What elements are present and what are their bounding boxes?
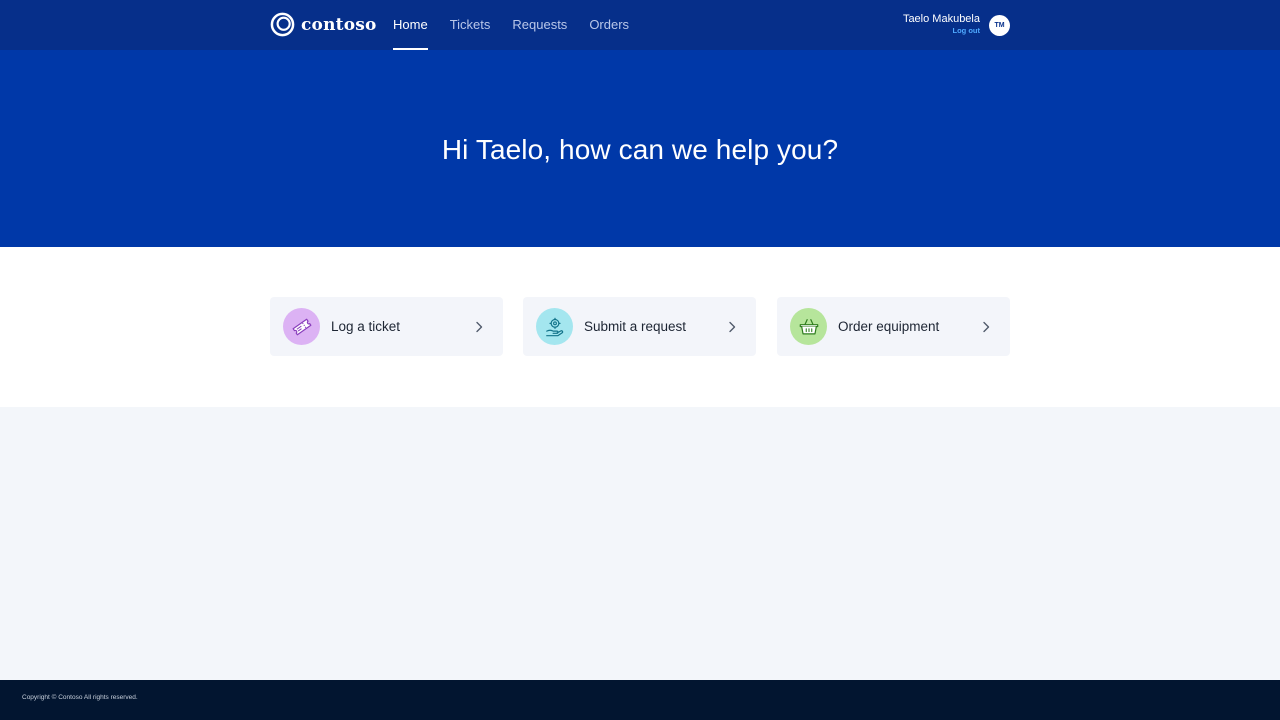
page-footer: Copyright © Contoso All rights reserved. <box>0 680 1280 720</box>
chevron-right-icon <box>476 321 483 332</box>
nav-requests-link[interactable]: Requests <box>512 0 567 50</box>
contoso-logo-icon <box>270 12 295 37</box>
quick-actions: Log a ticket Submit a request Order equi… <box>0 247 1280 407</box>
log-ticket-card[interactable]: Log a ticket <box>270 297 503 356</box>
user-name: Taelo Makubela <box>902 13 980 25</box>
brand-logo-link[interactable]: contoso <box>270 12 377 37</box>
brand-name: contoso <box>301 14 377 35</box>
main-nav: Home Tickets Requests Orders <box>393 0 651 50</box>
basket-icon-badge <box>790 308 827 345</box>
ticket-icon <box>292 318 311 335</box>
user-avatar[interactable]: TM <box>989 14 1010 36</box>
chevron-right-icon <box>983 321 990 332</box>
submit-request-card[interactable]: Submit a request <box>523 297 756 356</box>
nav-home-link[interactable]: Home <box>393 0 428 50</box>
nav-orders-link[interactable]: Orders <box>589 0 629 50</box>
user-menu: Taelo Makubela Log out TM <box>903 13 1010 37</box>
hand-gear-icon-badge <box>536 308 573 345</box>
logout-link[interactable]: Log out <box>903 25 981 37</box>
top-navigation-bar: contoso Home Tickets Requests Orders Tae… <box>0 0 1280 50</box>
chevron-right-icon <box>729 321 736 332</box>
basket-icon <box>799 318 818 334</box>
hand-gear-icon <box>545 317 563 336</box>
hero-banner: Hi Taelo, how can we help you? <box>0 50 1280 247</box>
order-equipment-card[interactable]: Order equipment <box>777 297 1010 356</box>
user-info: Taelo Makubela Log out <box>903 13 980 37</box>
ticket-icon-badge <box>283 308 320 345</box>
order-equipment-label: Order equipment <box>838 319 940 334</box>
nav-tickets-link[interactable]: Tickets <box>450 0 491 50</box>
log-ticket-label: Log a ticket <box>331 319 401 334</box>
hero-greeting: Hi Taelo, how can we help you? <box>441 133 839 165</box>
copyright-text: Copyright © Contoso All rights reserved. <box>22 694 138 701</box>
submit-request-label: Submit a request <box>584 319 687 334</box>
